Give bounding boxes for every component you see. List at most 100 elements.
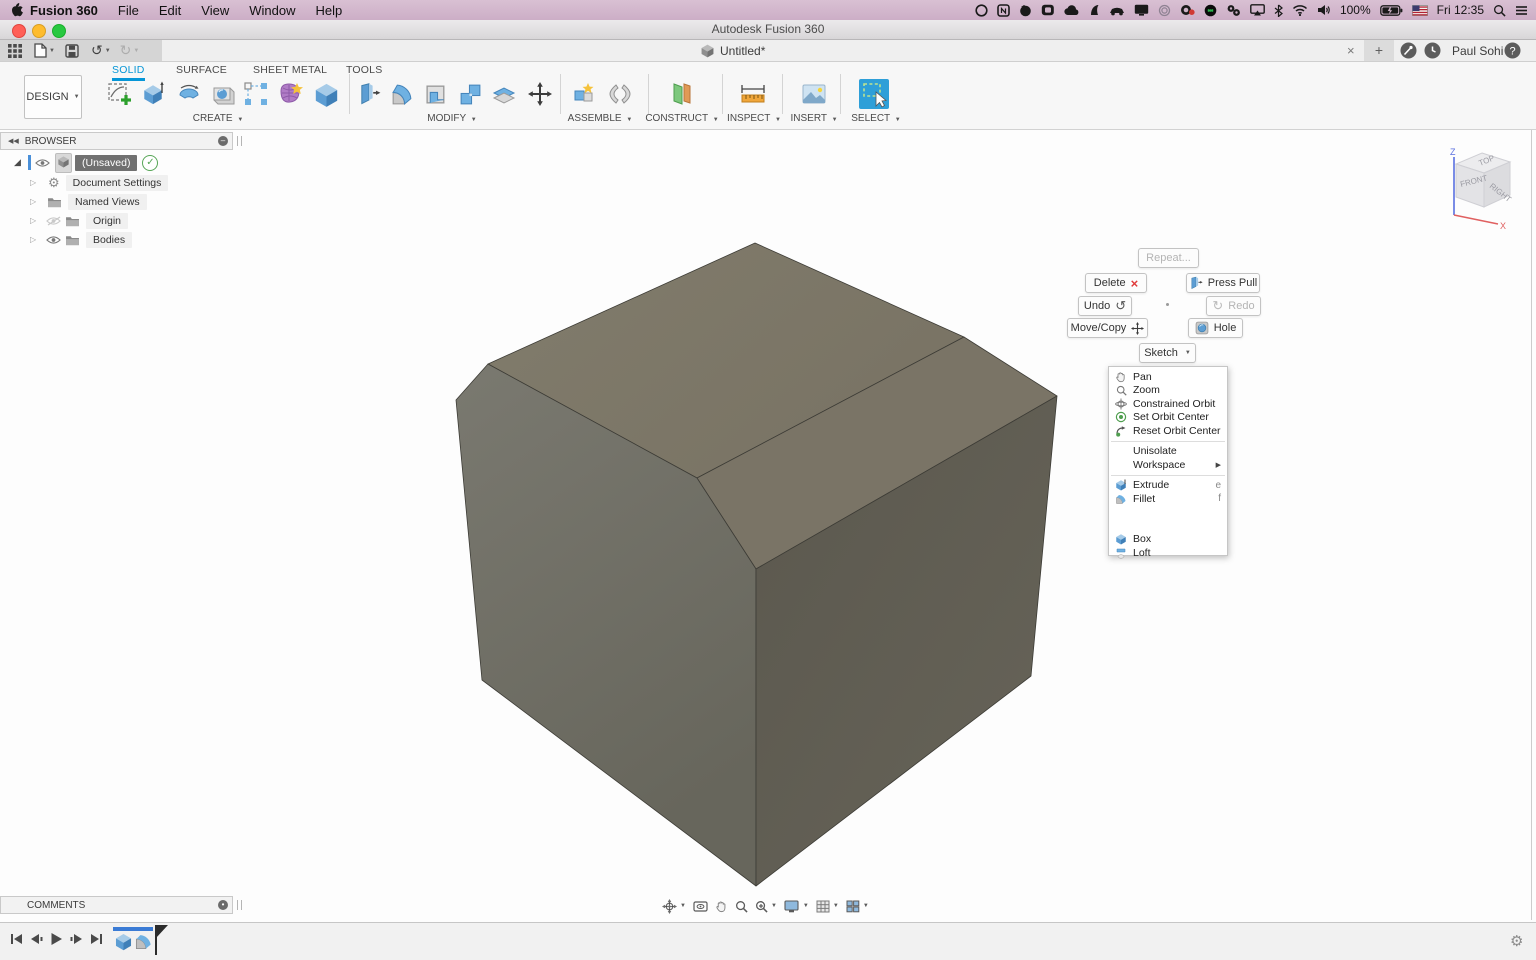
box-label: Box <box>1133 533 1151 545</box>
constrained-orbit-icon <box>1114 398 1128 410</box>
timeline-play-button[interactable] <box>48 932 64 946</box>
origin-label[interactable]: Origin <box>86 213 128 229</box>
hole-menu-button[interactable]: Hole <box>1188 318 1243 338</box>
browser-panel-title: BROWSER <box>25 136 77 147</box>
menu-item-zoom[interactable]: Zoom <box>1109 384 1227 398</box>
fusion360-screen: { "menubar": { "app_name": "Fusion 360",… <box>0 0 1536 960</box>
browser-row-document-settings[interactable]: ▷ ⚙ Document Settings <box>30 173 168 192</box>
delete-button[interactable]: Delete × <box>1085 273 1147 293</box>
root-visibility-eye-icon[interactable] <box>35 158 50 168</box>
timeline-go-to-end-button[interactable] <box>88 932 104 946</box>
comments-panel-header[interactable]: COMMENTS • <box>0 896 233 914</box>
repeat-button[interactable]: Repeat... <box>1138 248 1199 268</box>
root-expand-icon[interactable]: ◢ <box>14 157 24 168</box>
zoom-tool-button[interactable] <box>735 900 748 913</box>
menu-item-workspace[interactable]: Workspace ▶ <box>1109 458 1227 472</box>
redo-menu-button[interactable]: ↻ Redo <box>1206 296 1261 316</box>
pan-tool-button[interactable] <box>715 900 728 913</box>
document-settings-label[interactable]: Document Settings <box>66 175 169 191</box>
timeline-fillet-feature[interactable] <box>134 932 153 956</box>
menu-item-fillet[interactable]: Fillet f <box>1109 492 1227 506</box>
menu-item-loft[interactable]: Loft <box>1109 546 1227 560</box>
viewcube[interactable]: TOP FRONT RIGHT Z X <box>1440 145 1532 230</box>
undo-label: Undo <box>1084 300 1110 312</box>
menu-spacer <box>1109 506 1227 533</box>
browser-panel-header[interactable]: ◀◀ BROWSER – <box>0 132 233 150</box>
display-settings-button[interactable]: ▼ <box>784 900 809 913</box>
expand-icon[interactable]: ▷ <box>30 197 40 206</box>
axis-z-label: Z <box>1450 147 1456 157</box>
viewports-button[interactable]: ▼ <box>846 900 869 913</box>
comments-panel-title: COMMENTS <box>27 900 85 911</box>
expand-icon[interactable]: ▷ <box>30 178 40 187</box>
browser-panel-handle[interactable] <box>237 136 242 146</box>
fillet-label: Fillet <box>1133 493 1155 505</box>
timeline-marker-flag[interactable] <box>156 925 169 939</box>
sketch-label: Sketch <box>1144 347 1178 359</box>
delete-label: Delete <box>1094 277 1126 289</box>
browser-root-row[interactable]: ◢ (Unsaved) ✓ <box>14 153 158 172</box>
zoom-magnifier-icon <box>1114 385 1128 396</box>
sketch-caret: ▼ <box>1185 350 1191 356</box>
timeline-settings-gear-icon[interactable]: ⚙ <box>1510 932 1523 950</box>
orbit-tool-button[interactable]: ▼ <box>662 899 686 914</box>
menu-item-pan[interactable]: Pan <box>1109 370 1227 384</box>
timeline-bar: ⚙ <box>0 922 1536 960</box>
browser-row-named-views[interactable]: ▷ Named Views <box>30 192 147 211</box>
extrude-label: Extrude <box>1133 479 1169 491</box>
context-menu: Pan Zoom Constrained Orbit Set Orbit Cen… <box>1108 366 1228 556</box>
timeline-step-back-button[interactable] <box>28 932 44 946</box>
grid-settings-button[interactable]: ▼ <box>816 900 839 913</box>
reset-orbit-center-icon <box>1114 425 1128 437</box>
redo-arrow-icon: ↻ <box>1212 298 1223 314</box>
menu-item-constrained-orbit[interactable]: Constrained Orbit <box>1109 397 1227 411</box>
menu-item-reset-orbit-center[interactable]: Reset Orbit Center <box>1109 424 1227 438</box>
bodies-label[interactable]: Bodies <box>86 232 132 248</box>
folder-icon <box>65 215 80 227</box>
browser-collapse-icon[interactable]: ◀◀ <box>8 137 19 145</box>
zoom-label: Zoom <box>1133 384 1160 396</box>
fit-view-button[interactable]: ▼ <box>755 900 777 913</box>
menu-item-unisolate[interactable]: Unisolate <box>1109 445 1227 459</box>
move-icon <box>1131 322 1144 335</box>
browser-row-bodies[interactable]: ▷ Bodies <box>30 230 132 249</box>
menu-separator <box>1111 475 1225 476</box>
set-orbit-center-label: Set Orbit Center <box>1133 411 1209 423</box>
comments-options-icon[interactable]: • <box>218 900 228 910</box>
menu-separator <box>1111 441 1225 442</box>
folder-icon <box>47 196 62 208</box>
sketch-menu-button[interactable]: Sketch ▼ <box>1139 343 1196 363</box>
timeline-box-feature[interactable] <box>114 932 133 956</box>
root-document-label[interactable]: (Unsaved) <box>75 155 137 171</box>
menu-item-extrude[interactable]: Extrude e <box>1109 479 1227 493</box>
origin-hidden-eye-icon[interactable] <box>46 216 61 226</box>
bodies-visibility-eye-icon[interactable] <box>46 235 61 245</box>
timeline-go-to-start-button[interactable] <box>8 932 24 946</box>
move-copy-label: Move/Copy <box>1071 322 1127 334</box>
timeline-step-forward-button[interactable] <box>68 932 84 946</box>
menu-item-box[interactable]: Box <box>1109 533 1227 547</box>
expand-icon[interactable]: ▷ <box>30 216 40 225</box>
named-views-label[interactable]: Named Views <box>68 194 147 210</box>
look-at-button[interactable] <box>693 900 708 913</box>
marking-menu-origin-dot <box>1166 303 1169 306</box>
axis-x-label: X <box>1500 221 1506 230</box>
browser-options-icon[interactable]: – <box>218 136 228 146</box>
menu-item-set-orbit-center[interactable]: Set Orbit Center <box>1109 411 1227 425</box>
press-pull-menu-button[interactable]: Press Pull <box>1186 273 1260 293</box>
move-copy-menu-button[interactable]: Move/Copy <box>1067 318 1148 338</box>
submenu-arrow-icon: ▶ <box>1216 461 1221 469</box>
browser-row-origin[interactable]: ▷ Origin <box>30 211 128 230</box>
fillet-icon <box>1114 493 1128 505</box>
undo-arrow-icon: ↺ <box>1115 298 1126 314</box>
set-orbit-center-icon <box>1114 411 1128 423</box>
hole-icon <box>1195 321 1209 335</box>
settings-gear-icon: ⚙ <box>48 175 60 191</box>
undo-menu-button[interactable]: Undo ↺ <box>1078 296 1132 316</box>
unisolate-label: Unisolate <box>1133 445 1177 457</box>
comments-panel-handle[interactable] <box>237 900 242 910</box>
expand-icon[interactable]: ▷ <box>30 235 40 244</box>
loft-label: Loft <box>1133 547 1151 559</box>
fillet-shortcut: f <box>1218 493 1221 504</box>
navigation-bar: ▼ ▼ ▼ ▼ ▼ <box>662 897 869 915</box>
